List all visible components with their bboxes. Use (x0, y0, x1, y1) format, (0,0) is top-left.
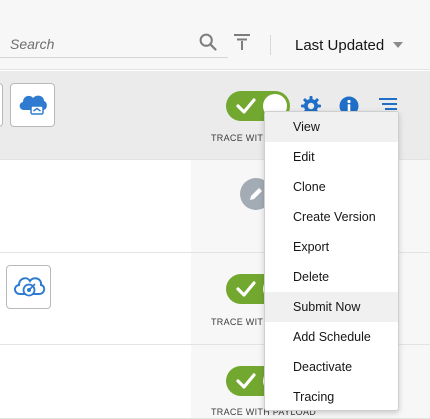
menu-item-view[interactable]: View (265, 112, 398, 142)
check-icon (236, 281, 256, 297)
sort-label: Last Updated (295, 36, 385, 54)
menu-item-tracing[interactable]: Tracing (265, 382, 398, 412)
toolbar-divider (270, 35, 271, 55)
integration-tile-partial (0, 83, 3, 127)
filter-icon[interactable] (234, 33, 250, 51)
menu-item-edit[interactable]: Edit (265, 142, 398, 172)
check-icon (236, 373, 256, 389)
filter-bar: Last Updated (0, 20, 430, 70)
search-box (0, 30, 228, 58)
page-top-strip (0, 0, 430, 20)
pencil-icon (250, 188, 262, 200)
menu-item-delete[interactable]: Delete (265, 262, 398, 292)
integration-type-tile (10, 83, 55, 127)
cloud-share-icon (19, 95, 47, 115)
integration-type-tile (6, 265, 51, 309)
search-input[interactable] (10, 34, 190, 54)
cloud-target-icon (13, 277, 45, 297)
menu-item-submit-now[interactable]: Submit Now (265, 292, 398, 322)
chevron-down-icon (393, 42, 404, 48)
menu-item-deactivate[interactable]: Deactivate (265, 352, 398, 382)
menu-item-clone[interactable]: Clone (265, 172, 398, 202)
menu-item-export[interactable]: Export (265, 232, 398, 262)
search-icon[interactable] (199, 33, 217, 51)
menu-item-add-schedule[interactable]: Add Schedule (265, 322, 398, 352)
actions-menu: View Edit Clone Create Version Export De… (264, 111, 399, 411)
menu-item-create-version[interactable]: Create Version (265, 202, 398, 232)
sort-dropdown[interactable]: Last Updated (295, 34, 404, 56)
check-icon (236, 98, 256, 114)
